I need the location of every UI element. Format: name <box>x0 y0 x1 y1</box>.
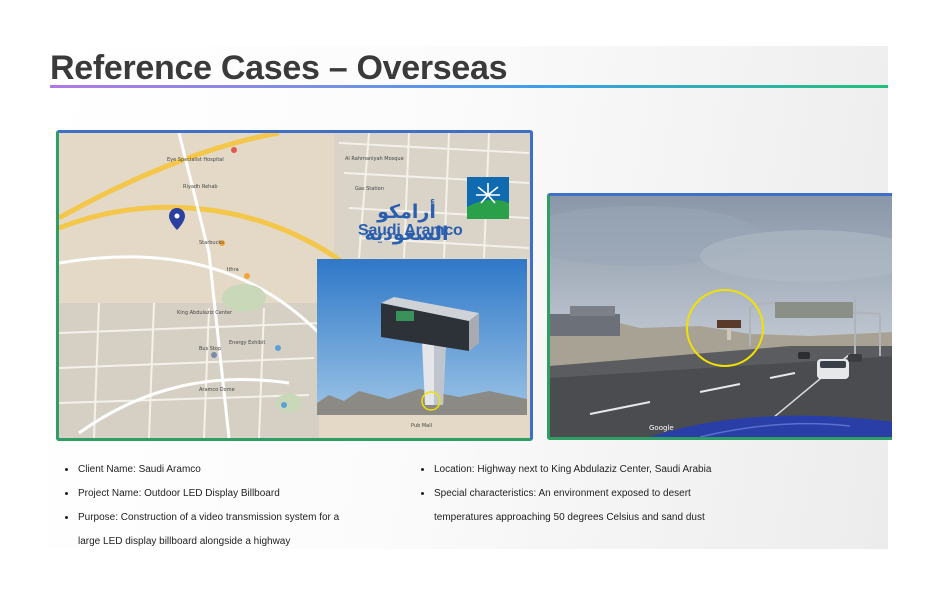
list-item: Location: Highway next to King Abdulaziz… <box>419 458 711 482</box>
page-title: Reference Cases – Overseas <box>50 49 508 87</box>
title-underline <box>50 85 888 88</box>
map-label: Gas Station <box>355 186 384 192</box>
map-label: King Abdulaziz Center <box>177 310 233 316</box>
landmark-pin-icon <box>275 345 281 351</box>
highway-photo <box>547 193 892 440</box>
project-details-list: Client Name: Saudi Aramco Project Name: … <box>63 458 339 554</box>
highway-illustration <box>550 196 892 437</box>
map-photo: Eye Specialist Hospital Riyadh Rehab Sta… <box>56 130 533 441</box>
list-item: Purpose: Construction of a video transmi… <box>63 506 339 530</box>
map-label: Ithra <box>227 267 239 273</box>
list-item: Client Name: Saudi Aramco <box>63 458 339 482</box>
location-details-list: Location: Highway next to King Abdulaziz… <box>419 458 711 530</box>
map-illustration <box>59 133 530 438</box>
hospital-pin-icon <box>231 147 237 153</box>
billboard-inset-photo <box>317 259 527 415</box>
map-label: Riyadh Rehab <box>183 184 218 190</box>
list-item: Special characteristics: An environment … <box>419 482 711 506</box>
poi-pin-icon <box>281 402 287 408</box>
map-label: Energy Exhibit <box>229 340 266 346</box>
map-label: Eye Specialist Hospital <box>167 157 224 163</box>
map-label: Starbucks <box>199 240 224 246</box>
list-item-continuation: temperatures approaching 50 degrees Cels… <box>434 512 705 523</box>
poi-pin-icon <box>211 352 217 358</box>
map-label: Bus Stop <box>199 346 222 352</box>
restaurant-pin-icon <box>244 273 250 279</box>
list-item-continuation: large LED display billboard alongside a … <box>78 536 291 547</box>
map-label: Aramco Dome <box>199 387 235 393</box>
aramco-logo-english: Saudi Aramco <box>358 222 463 239</box>
street-view-watermark: Google <box>649 424 674 432</box>
list-item: Project Name: Outdoor LED Display Billbo… <box>63 482 339 506</box>
map-label: Al Rahmaniyah Mosque <box>345 156 404 162</box>
map-label: Pub Mall <box>411 423 433 429</box>
